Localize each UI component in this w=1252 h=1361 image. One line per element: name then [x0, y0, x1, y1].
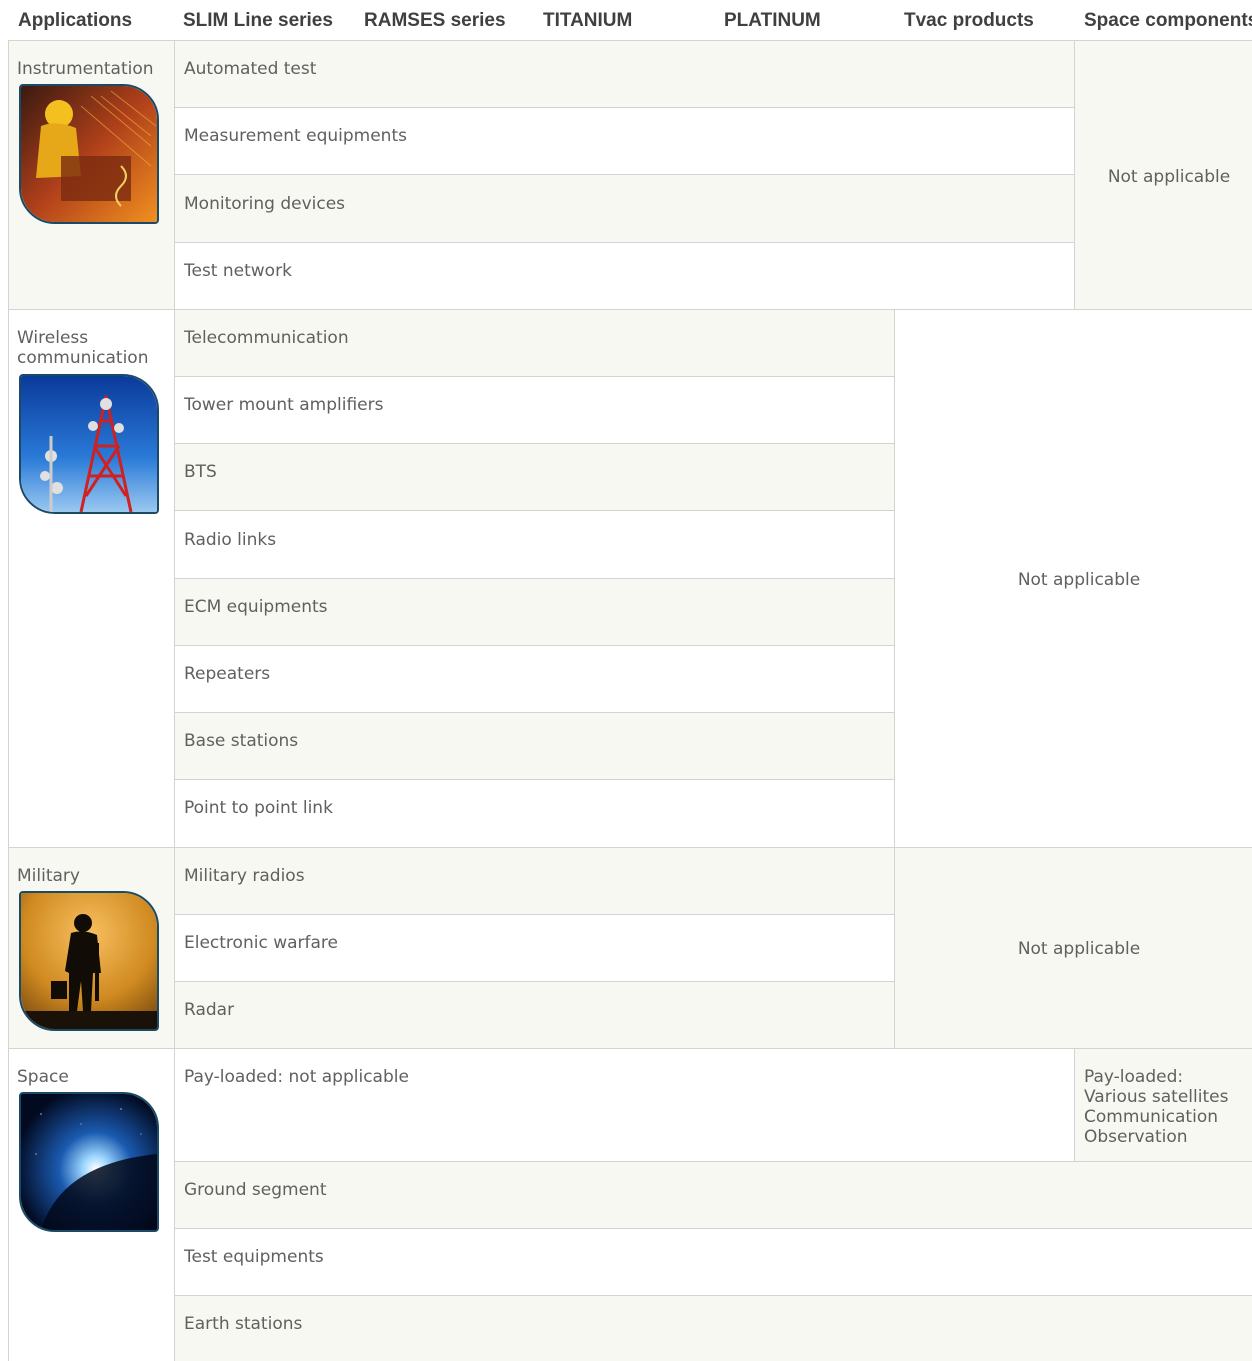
grid-line [174, 1295, 1252, 1296]
header-tvac: Tvac products [904, 10, 1034, 31]
row-radar [174, 982, 894, 1048]
row-earth-stations [174, 1296, 1252, 1361]
label-measurement-equipments: Measurement equipments [184, 126, 407, 146]
grid-line [8, 40, 9, 1361]
label-test-network: Test network [184, 261, 292, 281]
payloaded-title: Pay-loaded: [1084, 1067, 1184, 1087]
grid-line [174, 376, 894, 377]
label-earth-stations: Earth stations [184, 1314, 303, 1334]
category-military: Military [17, 866, 80, 886]
instrumentation-image [19, 84, 159, 224]
label-point-to-point-link: Point to point link [184, 798, 333, 818]
grid-line [174, 242, 1074, 243]
grid-line [894, 309, 895, 1048]
label-test-equipments: Test equipments [184, 1247, 324, 1267]
grid-line [8, 847, 1252, 848]
category-space: Space [17, 1067, 69, 1087]
grid-line [1074, 1048, 1075, 1161]
label-military-radios: Military radios [184, 866, 305, 886]
header-slim-line: SLIM Line series [183, 10, 333, 31]
row-bts [174, 444, 894, 510]
category-instrumentation: Instrumentation [17, 59, 154, 79]
grid-line [174, 645, 894, 646]
grid-line [174, 510, 894, 511]
payloaded-various-satellites: Various satellites [1084, 1087, 1229, 1107]
military-image [19, 891, 159, 1031]
military-not-applicable: Not applicable [1017, 939, 1141, 959]
wireless-not-applicable: Not applicable [1017, 570, 1141, 590]
payloaded-observation: Observation [1084, 1127, 1188, 1147]
label-automated-test: Automated test [184, 59, 317, 79]
category-wireless-communication: Wireless communication [17, 328, 149, 368]
header-applications: Applications [18, 10, 133, 31]
row-ground-segment [174, 1162, 1252, 1228]
label-ecm-equipments: ECM equipments [184, 597, 328, 617]
label-monitoring-devices: Monitoring devices [184, 194, 346, 214]
label-radar: Radar [184, 1000, 235, 1020]
label-tower-mount-amplifiers: Tower mount amplifiers [184, 395, 384, 415]
grid-line [174, 981, 894, 982]
header-platinum: PLATINUM [724, 10, 821, 31]
grid-line [8, 309, 1252, 310]
header-titanium: TITANIUM [543, 10, 633, 31]
header-ramses: RAMSES series [364, 10, 506, 31]
grid-line [174, 578, 894, 579]
grid-line [174, 914, 894, 915]
wireless-image [19, 374, 159, 514]
grid-line [174, 1161, 1252, 1162]
grid-line [174, 40, 175, 1361]
space-payloaded-list: Pay-loaded: Various satellites Communica… [1084, 1067, 1228, 1147]
grid-line [174, 174, 1074, 175]
grid-line [174, 779, 894, 780]
space-image [19, 1092, 159, 1232]
label-bts: BTS [184, 462, 217, 482]
grid-line [174, 107, 1074, 108]
grid-line [174, 443, 894, 444]
grid-line [8, 1048, 1252, 1049]
grid-line [174, 1228, 1252, 1229]
grid-line [8, 40, 1252, 41]
label-ground-segment: Ground segment [184, 1180, 327, 1200]
grid-line [174, 712, 894, 713]
label-electronic-warfare: Electronic warfare [184, 933, 338, 953]
label-telecommunication: Telecommunication [184, 328, 349, 348]
label-repeaters: Repeaters [184, 664, 271, 684]
payloaded-communication: Communication [1084, 1107, 1218, 1127]
label-radio-links: Radio links [184, 530, 277, 550]
header-space-components: Space components [1084, 10, 1252, 31]
instrumentation-not-applicable: Not applicable [1107, 167, 1231, 187]
label-base-stations: Base stations [184, 731, 299, 751]
label-payloaded-not-applicable: Pay-loaded: not applicable [184, 1067, 409, 1087]
